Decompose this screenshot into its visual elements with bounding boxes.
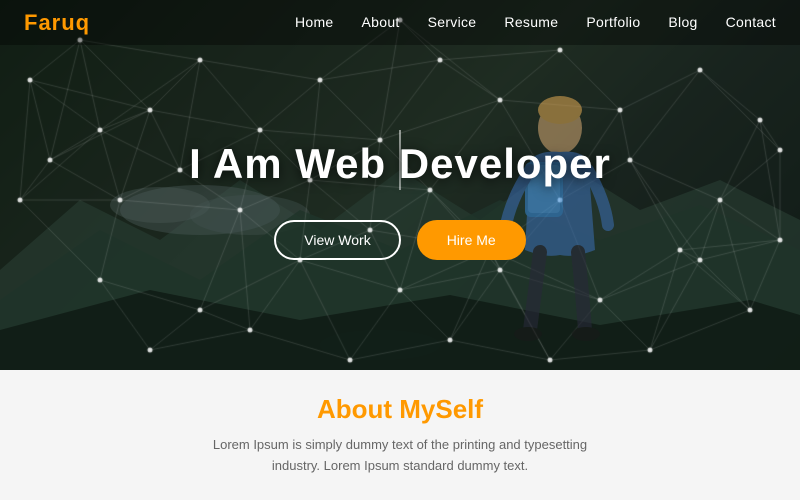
hire-me-button[interactable]: Hire Me <box>417 220 526 260</box>
brand-logo[interactable]: Faruq <box>24 10 90 36</box>
nav-about[interactable]: About <box>362 14 400 30</box>
nav-blog[interactable]: Blog <box>668 14 697 30</box>
hero-buttons: View Work Hire Me <box>274 220 525 260</box>
navbar: Faruq Home About Service Resume Portfoli… <box>0 0 800 45</box>
nav-links: Home About Service Resume Portfolio Blog… <box>295 14 776 32</box>
about-section: About MySelf Lorem Ipsum is simply dummy… <box>0 370 800 500</box>
hero-section: I Am Web Developer View Work Hire Me <box>0 0 800 370</box>
nav-home[interactable]: Home <box>295 14 334 30</box>
nav-service[interactable]: Service <box>428 14 477 30</box>
nav-resume[interactable]: Resume <box>504 14 558 30</box>
hero-title: I Am Web Developer <box>189 140 611 188</box>
nav-portfolio[interactable]: Portfolio <box>586 14 640 30</box>
view-work-button[interactable]: View Work <box>274 220 400 260</box>
about-description: Lorem Ipsum is simply dummy text of the … <box>213 435 587 477</box>
hero-content: I Am Web Developer View Work Hire Me <box>0 0 800 370</box>
about-title-colored: MySelf <box>399 394 483 424</box>
about-title-plain: About <box>317 394 399 424</box>
nav-contact[interactable]: Contact <box>726 14 776 30</box>
about-title: About MySelf <box>317 394 483 425</box>
